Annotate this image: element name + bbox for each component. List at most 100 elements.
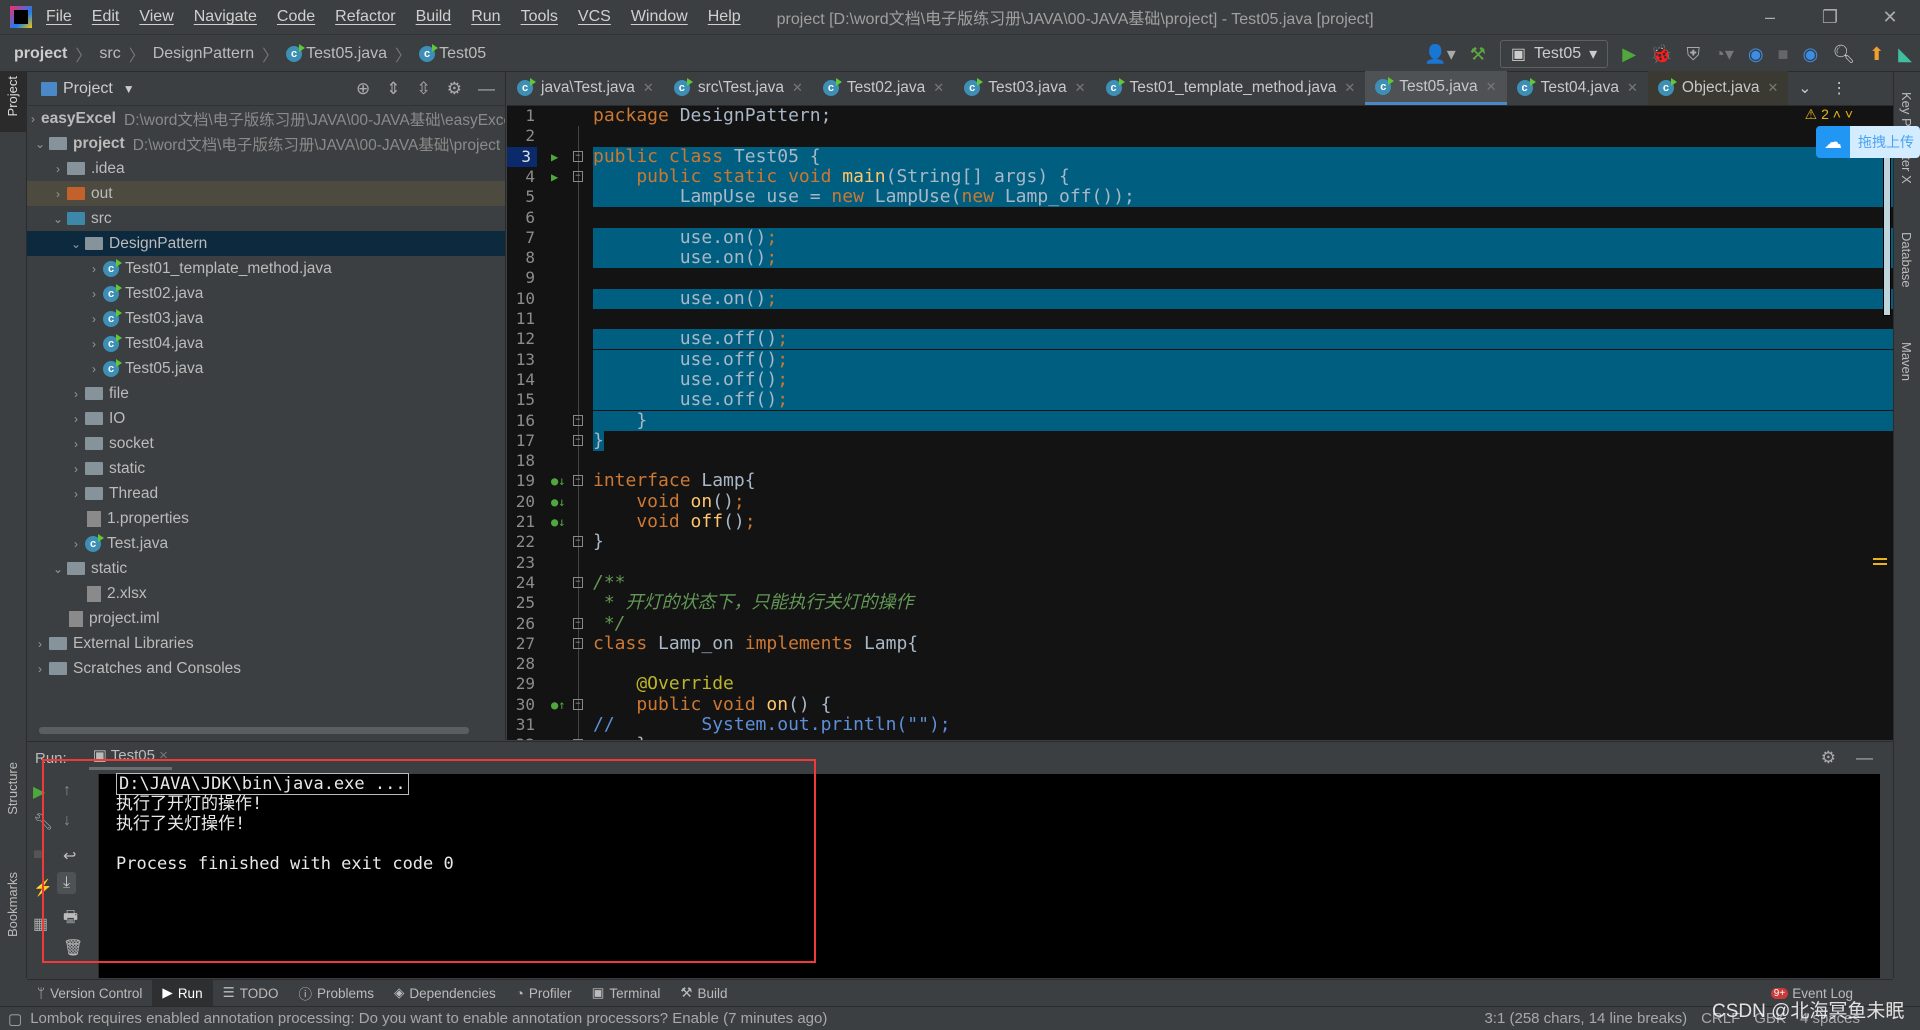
menu-tools[interactable]: Tools <box>521 8 558 26</box>
tree-item[interactable]: › c Test05.java <box>27 356 505 381</box>
close-tab-icon[interactable]: ✕ <box>792 80 803 96</box>
chevron-right-icon[interactable]: › <box>49 162 67 176</box>
vcs-user-icon[interactable]: 👤▾ <box>1424 44 1455 65</box>
editor-tab[interactable]: c Object.java ✕ <box>1647 71 1789 105</box>
tree-item[interactable]: › .idea <box>27 156 505 181</box>
coverage-icon[interactable]: ⛨ <box>1686 44 1700 65</box>
gauge-icon[interactable]: ◉ <box>1802 44 1818 65</box>
fold-icon[interactable]: − <box>573 739 583 740</box>
chevron-right-icon[interactable]: › <box>85 312 103 326</box>
tree-item[interactable]: › c Test01_template_method.java <box>27 256 505 281</box>
stop-icon[interactable]: ■ <box>1778 44 1789 65</box>
chevron-right-icon[interactable]: › <box>67 487 85 501</box>
fold-icon[interactable]: − <box>573 637 583 649</box>
editor-tab[interactable]: c Test04.java ✕ <box>1507 71 1648 105</box>
tree-item[interactable]: project.iml <box>27 606 505 631</box>
search-icon[interactable]: 🔍︎ <box>1832 44 1855 65</box>
breadcrumb-item[interactable]: project <box>14 45 67 63</box>
editor-tab[interactable]: c Test02.java ✕ <box>813 71 954 105</box>
implemented-gutter-icon[interactable]: ●↓ <box>551 512 565 532</box>
run-icon[interactable]: ▶ <box>1622 44 1636 65</box>
menu-vcs[interactable]: VCS <box>578 8 611 26</box>
tree-item[interactable]: › static <box>27 456 505 481</box>
expand-all-icon[interactable]: ⇕ <box>386 79 400 99</box>
run-config-select[interactable]: ▣ Test05 ▾ <box>1499 40 1609 68</box>
tree-item[interactable]: › c Test03.java <box>27 306 505 331</box>
fold-icon[interactable]: − <box>573 434 583 446</box>
chevron-right-icon[interactable]: › <box>67 537 85 551</box>
editor-tab[interactable]: c java\Test.java ✕ <box>507 71 664 105</box>
fold-icon[interactable]: − <box>573 576 583 588</box>
menu-navigate[interactable]: Navigate <box>194 8 257 26</box>
chevron-right-icon[interactable]: › <box>85 287 103 301</box>
bottom-tab-dependencies[interactable]: ◈ Dependencies <box>384 980 506 1007</box>
close-tab-icon[interactable]: ✕ <box>643 80 654 96</box>
chevron-down-icon[interactable]: ⌄ <box>67 237 85 251</box>
tree-item[interactable]: › file <box>27 381 505 406</box>
hide-icon[interactable]: — <box>1856 748 1873 768</box>
debug-icon[interactable]: 🐞 <box>1650 44 1672 65</box>
bottom-tab-version-control[interactable]: ᛘ Version Control <box>27 980 152 1007</box>
chevron-down-icon[interactable]: ▼ <box>123 82 135 96</box>
fold-icon[interactable]: − <box>573 414 583 426</box>
tree-item[interactable]: › c Test04.java <box>27 331 505 356</box>
close-tab-icon[interactable]: ✕ <box>933 80 944 96</box>
caret-position[interactable]: 3:1 (258 chars, 14 line breaks) <box>1484 1010 1687 1027</box>
close-tab-icon[interactable]: ✕ <box>1486 79 1497 95</box>
gear-icon[interactable]: ⚙ <box>1821 748 1836 768</box>
profile-icon[interactable]: ◔▾ <box>1714 44 1734 65</box>
editor-tab[interactable]: c src\Test.java ✕ <box>664 71 813 105</box>
warning-marker[interactable] <box>1873 558 1887 565</box>
menu-help[interactable]: Help <box>708 8 741 26</box>
code-with-me-icon[interactable]: ◣ <box>1898 44 1912 65</box>
locate-icon[interactable]: ⊕ <box>356 79 370 99</box>
menu-edit[interactable]: Edit <box>92 8 120 26</box>
update-icon[interactable]: ⬆ <box>1869 44 1884 65</box>
implements-gutter-icon[interactable]: ●↑ <box>551 695 565 715</box>
fold-icon[interactable]: − <box>573 475 583 487</box>
tree-item[interactable]: › IO <box>27 406 505 431</box>
bottom-tab-build[interactable]: ⚒ Build <box>670 980 737 1007</box>
tree-item[interactable]: › socket <box>27 431 505 456</box>
tree-item[interactable]: ⌄ static <box>27 556 505 581</box>
chevron-right-icon[interactable]: › <box>85 262 103 276</box>
tree-item[interactable]: ⌄ src <box>27 206 505 231</box>
chevron-right-icon[interactable]: › <box>67 437 85 451</box>
bottom-tab-profiler[interactable]: ◔ Profiler <box>506 980 582 1007</box>
project-view-select[interactable]: Project <box>63 80 113 98</box>
status-toggle-icon[interactable]: ▢ <box>8 1010 22 1028</box>
fold-icon[interactable]: − <box>573 698 583 710</box>
tree-item[interactable]: › Thread <box>27 481 505 506</box>
gear-icon[interactable]: ⚙ <box>447 79 462 99</box>
editor-tab[interactable]: c Test01_template_method.java ✕ <box>1096 71 1366 105</box>
baidu-upload-overlay[interactable]: ☁ 拖拽上传 <box>1816 126 1920 158</box>
chevron-right-icon[interactable]: › <box>31 112 35 126</box>
hide-icon[interactable]: — <box>478 79 495 99</box>
close-tab-icon[interactable]: ✕ <box>1344 80 1355 96</box>
fold-icon[interactable]: − <box>573 170 583 182</box>
menu-file[interactable]: File <box>46 8 72 26</box>
tree-item[interactable]: › External Libraries <box>27 631 505 656</box>
chevron-right-icon[interactable]: › <box>31 637 49 651</box>
bottom-tab-run[interactable]: ▶ Run <box>152 979 213 1007</box>
project-tool-button[interactable]: Project <box>5 76 20 116</box>
breadcrumb-item[interactable]: c Test05 <box>419 43 486 63</box>
menu-run[interactable]: Run <box>471 8 500 26</box>
close-tab-icon[interactable]: ✕ <box>1075 80 1086 96</box>
tree-item[interactable]: › c Test02.java <box>27 281 505 306</box>
database-tool-button[interactable]: Database <box>1899 232 1914 288</box>
status-message[interactable]: Lombok requires enabled annotation proce… <box>30 1010 827 1027</box>
breadcrumb-item[interactable]: DesignPattern <box>153 45 254 63</box>
tree-item[interactable]: › c Test.java <box>27 531 505 556</box>
maven-tool-button[interactable]: Maven <box>1899 342 1914 381</box>
tree-item[interactable]: 2.xlsx <box>27 581 505 606</box>
collapse-all-icon[interactable]: ⇳ <box>417 79 431 99</box>
bottom-tab-problems[interactable]: ⓘ Problems <box>288 980 384 1007</box>
fold-icon[interactable]: − <box>573 617 583 629</box>
horizontal-scrollbar[interactable] <box>39 727 469 734</box>
tree-item[interactable]: 1.properties <box>27 506 505 531</box>
run-gutter-icon[interactable]: ▶ <box>551 147 558 167</box>
chevron-right-icon[interactable]: › <box>67 412 85 426</box>
code-editor[interactable]: 1 package DesignPattern; 2 3 public class Te… <box>507 106 1893 740</box>
bottom-tab-todo[interactable]: ☰ TODO <box>213 980 289 1007</box>
